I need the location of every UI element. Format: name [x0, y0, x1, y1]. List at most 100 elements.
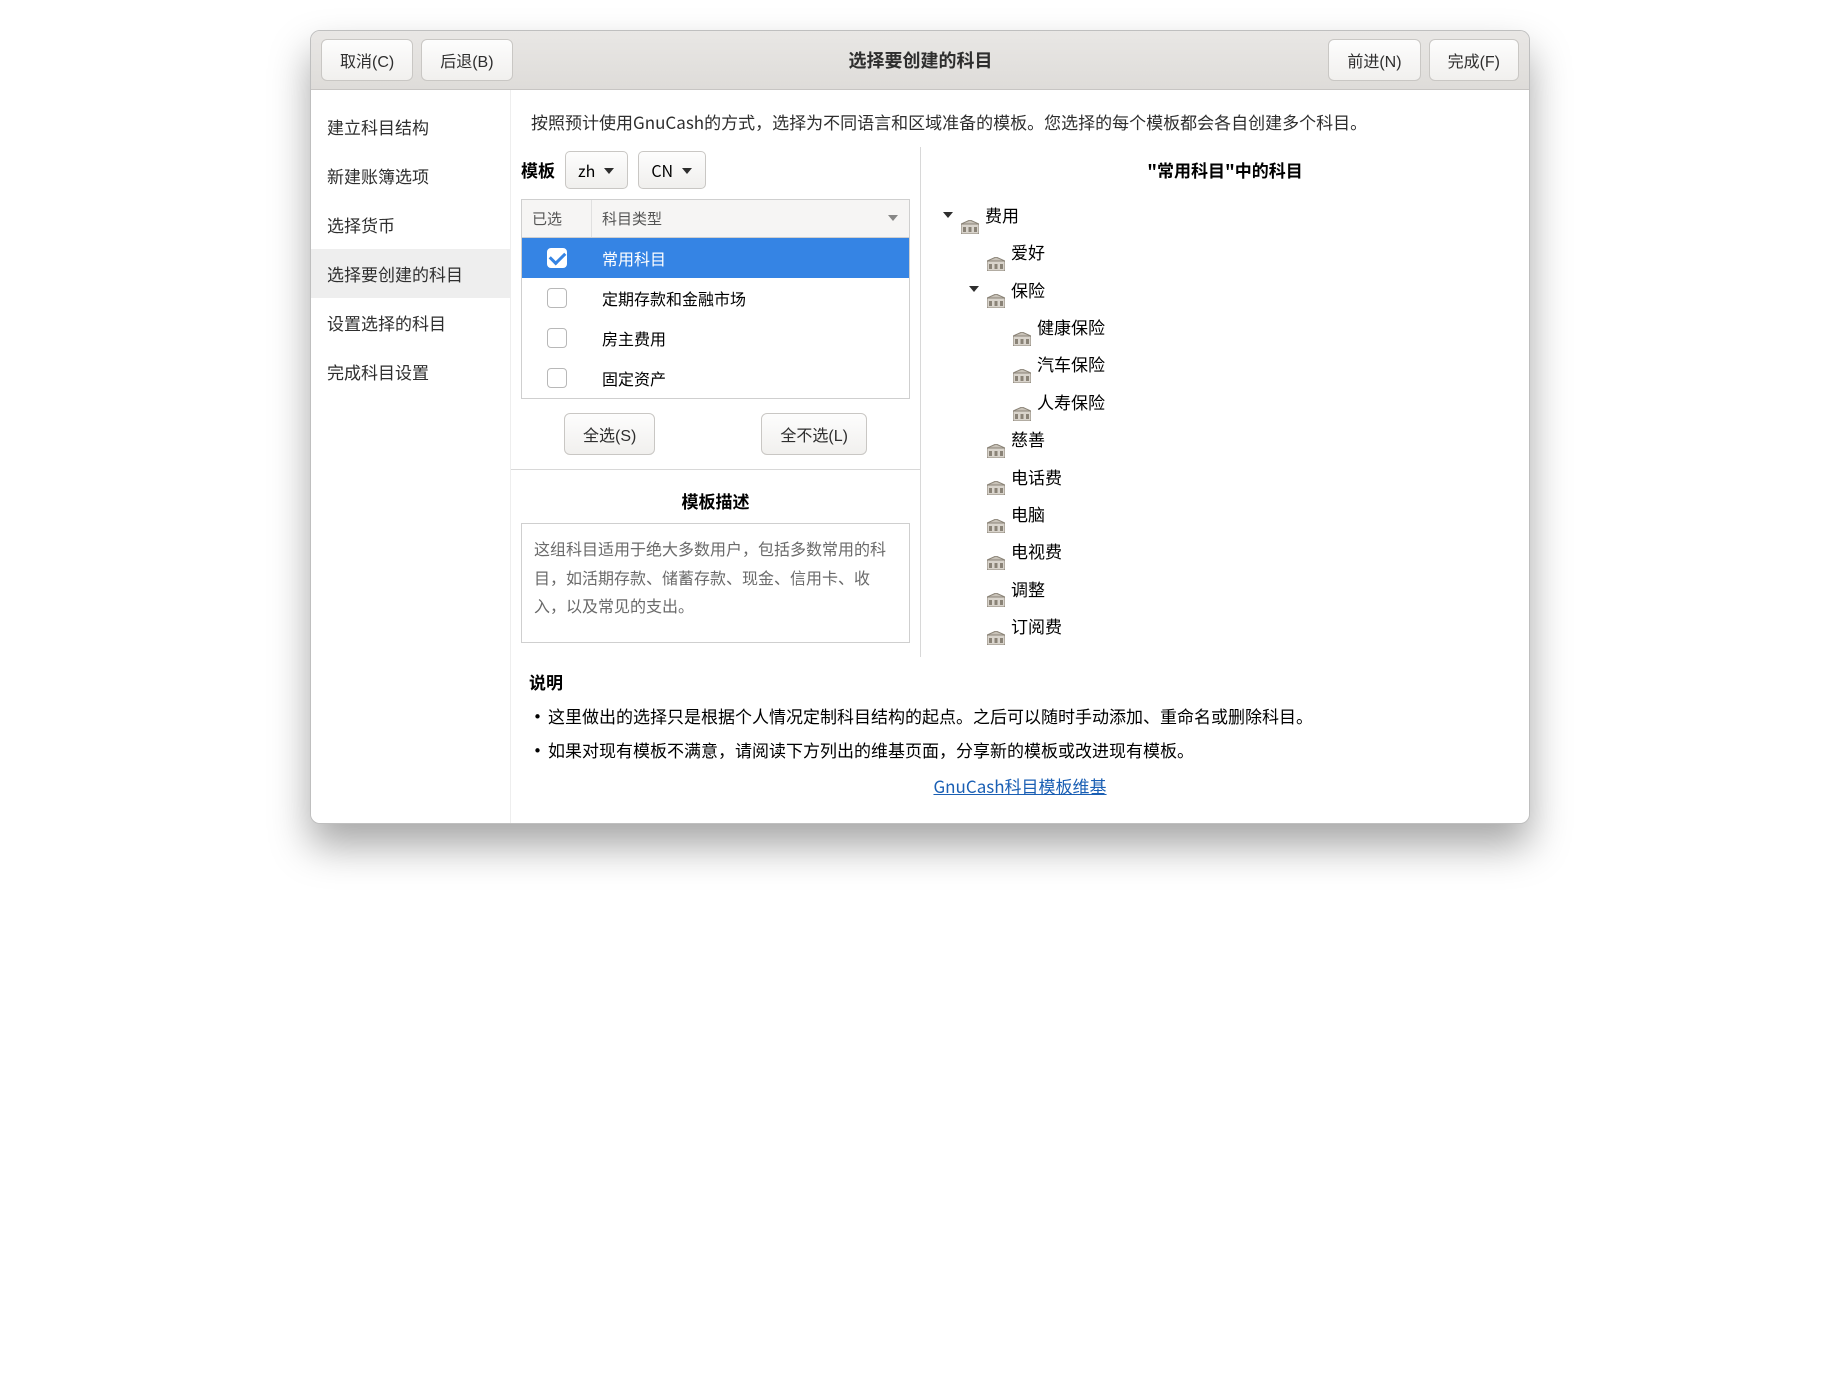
- finish-button[interactable]: 完成(F): [1429, 39, 1519, 81]
- account-icon: [961, 208, 979, 222]
- cancel-button[interactable]: 取消(C): [321, 39, 413, 81]
- account-icon: [1013, 395, 1031, 409]
- tree-node[interactable]: 电视费: [967, 532, 1509, 569]
- col-selected-header[interactable]: 已选: [522, 200, 592, 237]
- row-label: 固定资产: [592, 366, 909, 390]
- tree-node-label: 电视费: [1011, 532, 1062, 569]
- tree-node-label: 健康保险: [1037, 308, 1105, 345]
- sidebar-step[interactable]: 选择货币: [311, 200, 510, 249]
- tree-node-label: 订阅费: [1011, 607, 1062, 644]
- account-icon: [987, 544, 1005, 558]
- account-icon: [1013, 357, 1031, 371]
- region-dropdown[interactable]: CN: [638, 151, 706, 189]
- checkbox[interactable]: [547, 328, 567, 348]
- row-checkbox-cell: [522, 328, 592, 348]
- accounts-pane: "常用科目"中的科目 费用爱好保险健康保险汽车保险人寿保险慈善电话费电脑电视费调…: [921, 147, 1529, 657]
- language-dropdown-value: zh: [578, 158, 595, 182]
- tree-node[interactable]: 保险健康保险汽车保险人寿保险: [967, 271, 1509, 421]
- accounts-tree[interactable]: 费用爱好保险健康保险汽车保险人寿保险慈善电话费电脑电视费调整订阅费: [921, 196, 1529, 657]
- tree-node-label: 费用: [985, 196, 1019, 233]
- content: 建立科目结构新建账簿选项选择货币选择要创建的科目设置选择的科目完成科目设置 按照…: [311, 90, 1529, 823]
- table-header: 已选 科目类型: [522, 200, 909, 238]
- template-label: 模板: [521, 157, 555, 182]
- col-type-header[interactable]: 科目类型: [592, 200, 909, 237]
- tree-node-label: 电脑: [1011, 495, 1045, 532]
- tree-node[interactable]: 人寿保险: [993, 383, 1509, 420]
- tree-node[interactable]: 费用爱好保险健康保险汽车保险人寿保险慈善电话费电脑电视费调整订阅费: [941, 196, 1509, 645]
- sidebar-step[interactable]: 完成科目设置: [311, 347, 510, 396]
- selection-buttons: 全选(S) 全不选(L): [511, 399, 920, 469]
- templates-pane: 模板 zh CN 已选: [511, 147, 921, 657]
- language-dropdown[interactable]: zh: [565, 151, 628, 189]
- accounts-tree-title: "常用科目"中的科目: [921, 147, 1529, 196]
- tree-node-label: 保险: [1011, 271, 1045, 308]
- intro-text: 按照预计使用GnuCash的方式，选择为不同语言和区域准备的模板。您选择的每个模…: [511, 90, 1529, 147]
- tree-node-label: 人寿保险: [1037, 383, 1105, 420]
- sidebar-step[interactable]: 建立科目结构: [311, 102, 510, 151]
- expand-caret-icon[interactable]: [941, 209, 955, 221]
- wizard-window: 取消(C) 后退(B) 选择要创建的科目 前进(N) 完成(F) 建立科目结构新…: [310, 30, 1530, 824]
- checkbox[interactable]: [547, 288, 567, 308]
- note-line-2: 如果对现有模板不满意，请阅读下方列出的维基页面，分享新的模板或改进现有模板。: [529, 733, 1511, 767]
- tree-node[interactable]: 爱好: [967, 233, 1509, 270]
- table-row[interactable]: 固定资产: [522, 358, 909, 398]
- tree-node-label: 电话费: [1011, 458, 1062, 495]
- tree-node[interactable]: 汽车保险: [993, 345, 1509, 382]
- chevron-down-icon: [887, 208, 899, 229]
- account-icon: [1013, 320, 1031, 334]
- table-body[interactable]: 常用科目定期存款和金融市场房主费用固定资产简易账本: [522, 238, 909, 398]
- template-table: 已选 科目类型 常用科目定期存款和金融市场房主费用固定资产简易账本: [521, 199, 910, 399]
- template-description-title: 模板描述: [511, 469, 920, 523]
- account-icon: [987, 282, 1005, 296]
- footer-notes: 说明 这里做出的选择只是根据个人情况定制科目结构的起点。之后可以随时手动添加、重…: [511, 657, 1529, 823]
- back-button[interactable]: 后退(B): [421, 39, 512, 81]
- sidebar-step[interactable]: 设置选择的科目: [311, 298, 510, 347]
- tree-node-label: 慈善: [1011, 420, 1045, 457]
- chevron-down-icon: [681, 158, 693, 182]
- expand-caret-icon[interactable]: [967, 283, 981, 295]
- row-label: 常用科目: [592, 246, 909, 270]
- row-label: 房主费用: [592, 326, 909, 350]
- row-label: 定期存款和金融市场: [592, 286, 909, 310]
- account-icon: [987, 245, 1005, 259]
- wiki-link[interactable]: GnuCash科目模板维基: [529, 767, 1511, 803]
- account-icon: [987, 619, 1005, 633]
- sidebar-step[interactable]: 选择要创建的科目: [311, 249, 510, 298]
- tree-node[interactable]: 调整: [967, 570, 1509, 607]
- row-checkbox-cell: [522, 288, 592, 308]
- note-line-1: 这里做出的选择只是根据个人情况定制科目结构的起点。之后可以随时手动添加、重命名或…: [529, 699, 1511, 733]
- tree-children: 爱好保险健康保险汽车保险人寿保险慈善电话费电脑电视费调整订阅费: [941, 233, 1509, 644]
- notes-heading: 说明: [529, 665, 1511, 699]
- template-description: 这组科目适用于绝大多数用户，包括多数常用的科目，如活期存款、储蓄存款、现金、信用…: [521, 523, 910, 643]
- account-icon: [987, 581, 1005, 595]
- main-panel: 按照预计使用GnuCash的方式，选择为不同语言和区域准备的模板。您选择的每个模…: [511, 90, 1529, 823]
- checkbox[interactable]: [547, 368, 567, 388]
- row-checkbox-cell: [522, 368, 592, 388]
- panes: 模板 zh CN 已选: [511, 147, 1529, 657]
- tree-node[interactable]: 订阅费: [967, 607, 1509, 644]
- forward-button[interactable]: 前进(N): [1328, 39, 1420, 81]
- account-icon: [987, 432, 1005, 446]
- table-row[interactable]: 定期存款和金融市场: [522, 278, 909, 318]
- select-none-button[interactable]: 全不选(L): [761, 413, 867, 455]
- tree-node[interactable]: 电话费: [967, 458, 1509, 495]
- tree-node-label: 爱好: [1011, 233, 1045, 270]
- account-icon: [987, 507, 1005, 521]
- tree-node[interactable]: 慈善: [967, 420, 1509, 457]
- sidebar-step[interactable]: 新建账簿选项: [311, 151, 510, 200]
- tree-node[interactable]: 健康保险: [993, 308, 1509, 345]
- tree-node[interactable]: 电脑: [967, 495, 1509, 532]
- select-all-button[interactable]: 全选(S): [564, 413, 655, 455]
- table-row[interactable]: 常用科目: [522, 238, 909, 278]
- template-selector-row: 模板 zh CN: [511, 147, 920, 199]
- col-type-label: 科目类型: [602, 208, 662, 229]
- row-checkbox-cell: [522, 248, 592, 268]
- table-row[interactable]: 房主费用: [522, 318, 909, 358]
- window-title: 选择要创建的科目: [521, 47, 1321, 73]
- account-icon: [987, 469, 1005, 483]
- tree-children: 健康保险汽车保险人寿保险: [967, 308, 1509, 420]
- region-dropdown-value: CN: [651, 158, 673, 182]
- tree-node-label: 汽车保险: [1037, 345, 1105, 382]
- checkbox[interactable]: [547, 248, 567, 268]
- titlebar: 取消(C) 后退(B) 选择要创建的科目 前进(N) 完成(F): [311, 31, 1529, 90]
